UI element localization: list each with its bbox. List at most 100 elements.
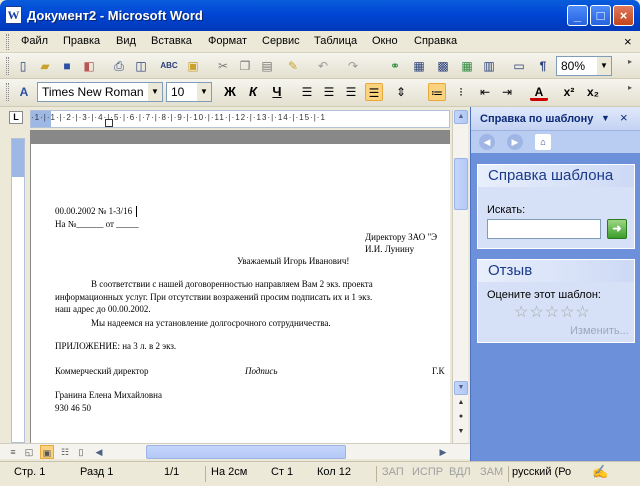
- show-formatting-icon[interactable]: ¶: [534, 57, 552, 75]
- menu-tools[interactable]: Сервис: [262, 35, 300, 47]
- horizontal-scrollbar[interactable]: ≡ ◱ ▣ ☷ ▯ ◀ ▶: [0, 443, 470, 459]
- document-page[interactable]: 00.00.2002 № 1-3/16 На №______ от _____ …: [30, 130, 450, 443]
- toolbar-grip[interactable]: [6, 83, 9, 101]
- star-icon[interactable]: ☆: [529, 304, 544, 321]
- spelling-icon[interactable]: ABC: [160, 57, 178, 75]
- status-track-changes[interactable]: ИСПР: [412, 466, 443, 482]
- horizontal-scroll-thumb[interactable]: [146, 445, 346, 459]
- status-rec[interactable]: ЗАП: [382, 466, 404, 482]
- font-name-select[interactable]: Times New Roman ▼: [37, 82, 163, 102]
- scroll-down-icon[interactable]: ▼: [454, 381, 468, 395]
- menu-grip[interactable]: [6, 34, 9, 50]
- menu-edit[interactable]: Правка: [63, 35, 100, 47]
- back-arrow-icon[interactable]: ◀: [479, 134, 495, 150]
- indent-marker[interactable]: [105, 119, 113, 127]
- align-left-icon[interactable]: ☰: [298, 83, 316, 101]
- toolbar-options-icon[interactable]: ▸: [628, 57, 632, 75]
- paste-icon[interactable]: ▤: [258, 57, 276, 75]
- task-pane-close-icon[interactable]: ×: [620, 110, 628, 125]
- outline-view-icon[interactable]: ☷: [58, 445, 72, 459]
- font-size-select[interactable]: 10 ▼: [166, 82, 212, 102]
- spelling-status-icon[interactable]: ✍: [592, 464, 608, 480]
- chevron-down-icon[interactable]: ▼: [197, 83, 211, 101]
- decrease-indent-icon[interactable]: ⇤: [476, 83, 494, 101]
- previous-page-icon[interactable]: ▲: [454, 397, 468, 411]
- scroll-up-icon[interactable]: ▲: [454, 110, 468, 124]
- scroll-left-icon[interactable]: ◀: [92, 445, 106, 459]
- insert-table-icon[interactable]: ▩: [434, 57, 452, 75]
- toolbar-options-icon[interactable]: ▸: [628, 83, 632, 101]
- home-icon[interactable]: ⌂: [535, 134, 551, 150]
- line-spacing-icon[interactable]: ⇕: [392, 83, 410, 101]
- menu-table[interactable]: Таблица: [314, 35, 357, 47]
- status-overtype[interactable]: ЗАМ: [480, 466, 503, 482]
- toolbar-grip[interactable]: [6, 57, 9, 75]
- hyperlink-icon[interactable]: ⚭: [386, 57, 404, 75]
- menu-view[interactable]: Вид: [116, 35, 136, 47]
- select-browse-object-icon[interactable]: ●: [454, 411, 468, 425]
- horizontal-ruler[interactable]: ·1·|·1·|·2·|·3·|·4·|·5·|·6·|·7·|·8·|·9·|…: [30, 110, 450, 128]
- print-icon[interactable]: ⎙: [110, 57, 128, 75]
- scroll-right-icon[interactable]: ▶: [436, 445, 450, 459]
- bullets-icon[interactable]: ⁝: [452, 83, 470, 101]
- word-app-icon[interactable]: W: [5, 6, 22, 24]
- tab-selector-button[interactable]: L: [9, 111, 23, 124]
- menu-file[interactable]: Файл: [21, 35, 48, 47]
- minimize-button[interactable]: _: [567, 5, 588, 26]
- format-painter-icon[interactable]: ✎: [284, 57, 302, 75]
- insert-excel-icon[interactable]: ▦: [458, 57, 476, 75]
- save-icon[interactable]: ■: [58, 57, 76, 75]
- star-icon[interactable]: ☆: [514, 304, 529, 321]
- superscript-button[interactable]: x²: [560, 83, 578, 101]
- close-button[interactable]: ×: [613, 5, 634, 26]
- bold-button[interactable]: Ж: [221, 83, 239, 101]
- vertical-scrollbar[interactable]: ▲ ▼ ▲ ● ▼: [452, 110, 468, 443]
- print-preview-icon[interactable]: ◫: [132, 57, 150, 75]
- star-icon[interactable]: ☆: [560, 304, 575, 321]
- menu-window[interactable]: Окно: [372, 35, 398, 47]
- research-icon[interactable]: ▣: [184, 57, 202, 75]
- rating-stars[interactable]: ☆☆☆☆☆: [514, 302, 591, 322]
- document-map-icon[interactable]: ▭: [510, 57, 528, 75]
- search-input[interactable]: [487, 219, 601, 239]
- zoom-select[interactable]: 80% ▼: [556, 56, 612, 76]
- forward-arrow-icon[interactable]: ▶: [507, 134, 523, 150]
- print-layout-icon[interactable]: ▣: [40, 445, 54, 459]
- subscript-button[interactable]: x₂: [584, 83, 602, 101]
- align-right-icon[interactable]: ☰: [342, 83, 360, 101]
- increase-indent-icon[interactable]: ⇥: [498, 83, 516, 101]
- task-pane-title[interactable]: Справка по шаблону: [480, 113, 593, 125]
- vertical-ruler[interactable]: [11, 138, 25, 443]
- redo-icon[interactable]: ↷: [344, 57, 362, 75]
- search-go-button[interactable]: ➜: [607, 219, 627, 239]
- numbering-icon[interactable]: ≔: [428, 83, 446, 101]
- web-layout-icon[interactable]: ◱: [22, 445, 36, 459]
- task-pane-menu-icon[interactable]: ▼: [601, 113, 610, 123]
- status-extend[interactable]: ВДЛ: [449, 466, 471, 482]
- next-page-icon[interactable]: ▼: [454, 426, 468, 440]
- italic-button[interactable]: К: [244, 83, 262, 101]
- copy-icon[interactable]: ❐: [236, 57, 254, 75]
- menu-insert[interactable]: Вставка: [151, 35, 192, 47]
- font-color-icon[interactable]: A: [530, 83, 548, 101]
- chevron-down-icon[interactable]: ▼: [597, 57, 611, 75]
- maximize-button[interactable]: □: [590, 5, 611, 26]
- close-document-icon[interactable]: ×: [624, 34, 632, 49]
- normal-view-icon[interactable]: ≡: [6, 445, 20, 459]
- menu-help[interactable]: Справка: [414, 35, 457, 47]
- styles-pane-icon[interactable]: A: [15, 83, 33, 101]
- change-link[interactable]: Изменить...: [570, 325, 629, 337]
- columns-icon[interactable]: ▥: [480, 57, 498, 75]
- permission-icon[interactable]: ◧: [80, 57, 98, 75]
- open-folder-icon[interactable]: ▰: [36, 57, 54, 75]
- reading-layout-icon[interactable]: ▯: [74, 445, 88, 459]
- star-icon[interactable]: ☆: [575, 304, 590, 321]
- cut-icon[interactable]: ✂: [214, 57, 232, 75]
- new-document-icon[interactable]: ▯: [14, 57, 32, 75]
- menu-format[interactable]: Формат: [208, 35, 247, 47]
- tables-borders-icon[interactable]: ▦: [410, 57, 428, 75]
- vertical-scroll-thumb[interactable]: [454, 158, 468, 210]
- align-center-icon[interactable]: ☰: [320, 83, 338, 101]
- star-icon[interactable]: ☆: [545, 304, 560, 321]
- justify-icon[interactable]: ☰: [365, 83, 383, 101]
